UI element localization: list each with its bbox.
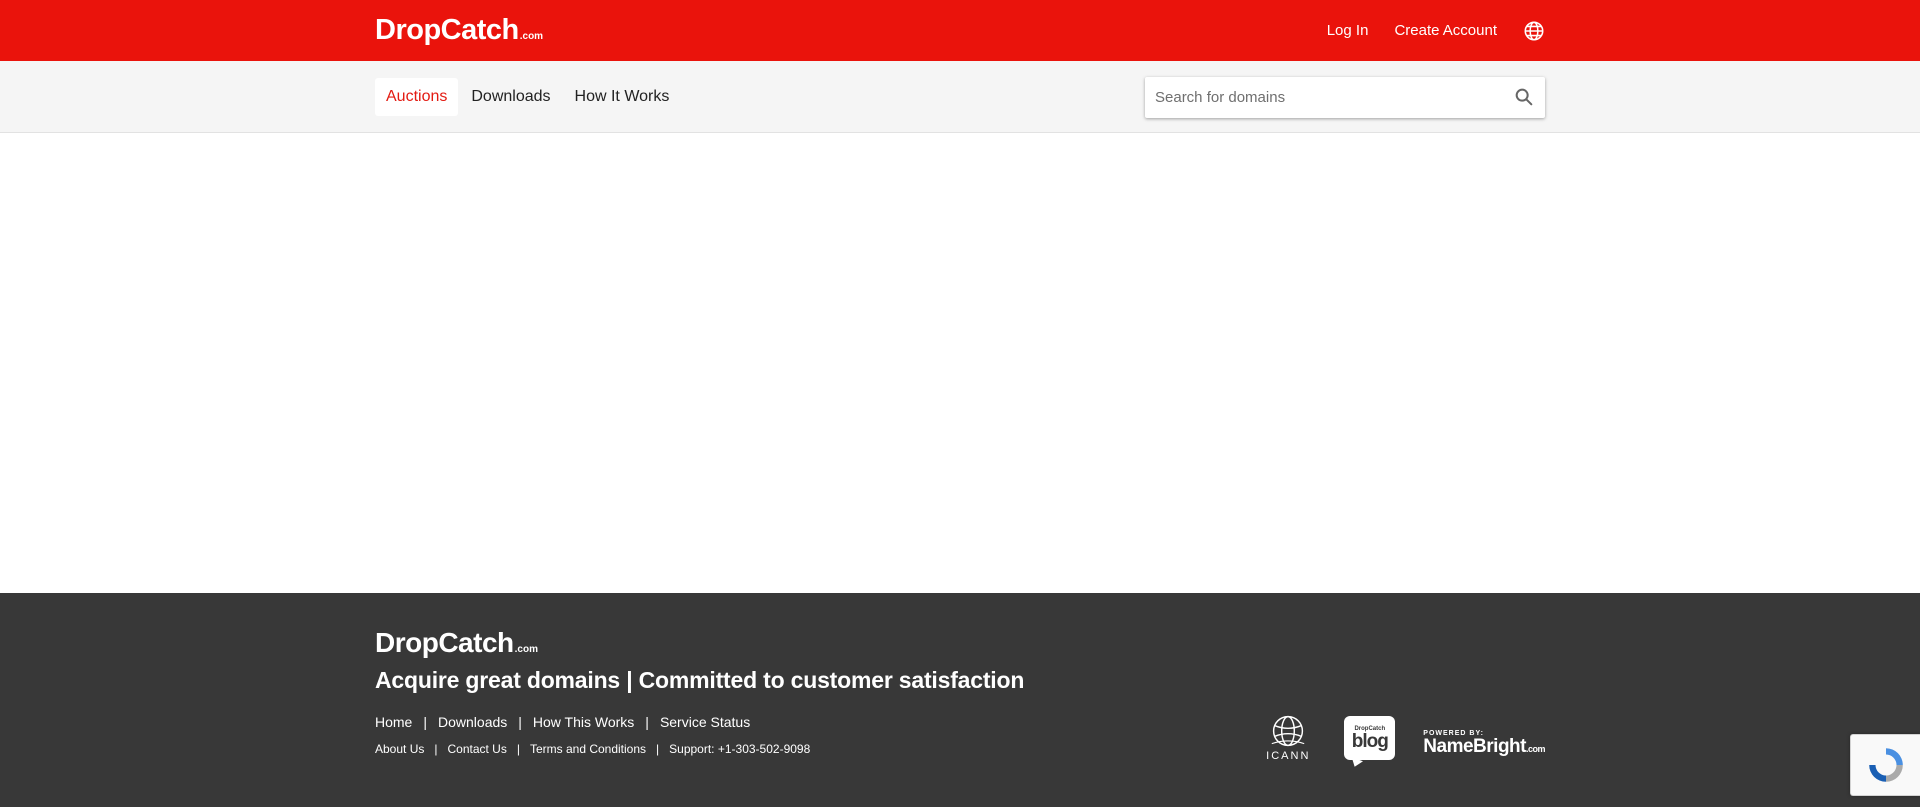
tab-how-it-works[interactable]: How It Works bbox=[564, 78, 681, 116]
recaptcha-badge[interactable] bbox=[1850, 734, 1920, 796]
partner-logos: ICANN DropCatch blog POWERED BY: NameBri… bbox=[1260, 713, 1546, 762]
separator: | bbox=[516, 742, 520, 756]
footer-link-downloads[interactable]: Downloads bbox=[438, 714, 507, 730]
namebright-suffix: .com bbox=[1525, 744, 1546, 754]
footer-logo[interactable]: DropCatch .com bbox=[375, 629, 1545, 657]
login-link[interactable]: Log In bbox=[1327, 22, 1369, 39]
separator: | bbox=[518, 714, 522, 730]
top-header: DropCatch .com Log In Create Account bbox=[0, 0, 1920, 61]
recaptcha-icon bbox=[1868, 748, 1903, 782]
search-icon[interactable] bbox=[1513, 86, 1535, 108]
namebright-name: NameBright bbox=[1423, 736, 1526, 757]
namebright-text: NameBright.com bbox=[1423, 737, 1545, 756]
icann-globe-icon bbox=[1271, 715, 1305, 747]
dropcatch-logo[interactable]: DropCatch .com bbox=[375, 16, 543, 45]
footer-link-how-this-works[interactable]: How This Works bbox=[533, 714, 634, 730]
dropcatch-blog-logo[interactable]: DropCatch blog bbox=[1344, 716, 1396, 760]
search-input[interactable] bbox=[1155, 88, 1513, 106]
globe-icon[interactable] bbox=[1523, 20, 1545, 42]
create-account-link[interactable]: Create Account bbox=[1394, 22, 1497, 39]
logo-suffix: .com bbox=[519, 31, 544, 42]
namebright-logo[interactable]: POWERED BY: NameBright.com bbox=[1423, 730, 1545, 756]
logo-text: DropCatch bbox=[375, 14, 519, 46]
footer-link-service-status[interactable]: Service Status bbox=[660, 714, 750, 730]
footer-logo-suffix: .com bbox=[514, 644, 538, 655]
separator: | bbox=[434, 742, 438, 756]
search-box bbox=[1145, 76, 1545, 118]
tab-auctions[interactable]: Auctions bbox=[375, 78, 459, 116]
icann-logo[interactable]: ICANN bbox=[1260, 713, 1316, 762]
footer-link-about-us[interactable]: About Us bbox=[375, 742, 424, 756]
nav-tabs: Auctions Downloads How It Works bbox=[375, 78, 680, 116]
separator: | bbox=[423, 714, 427, 730]
icann-label: ICANN bbox=[1266, 750, 1311, 762]
footer: DropCatch .com Acquire great domains | C… bbox=[0, 593, 1920, 807]
footer-link-home[interactable]: Home bbox=[375, 714, 412, 730]
main-content bbox=[0, 133, 1920, 593]
separator: | bbox=[645, 714, 649, 730]
separator: | bbox=[656, 742, 660, 756]
account-links: Log In Create Account bbox=[1327, 20, 1545, 42]
footer-tagline: Acquire great domains | Committed to cus… bbox=[375, 667, 1025, 693]
footer-link-contact-us[interactable]: Contact Us bbox=[447, 742, 506, 756]
main-navigation: Auctions Downloads How It Works bbox=[0, 61, 1920, 133]
footer-link-terms[interactable]: Terms and Conditions bbox=[530, 742, 646, 756]
tab-downloads[interactable]: Downloads bbox=[460, 78, 561, 116]
footer-logo-text: DropCatch bbox=[375, 627, 514, 658]
blog-text: blog bbox=[1351, 730, 1389, 752]
support-phone: Support: +1-303-502-9098 bbox=[669, 742, 811, 756]
